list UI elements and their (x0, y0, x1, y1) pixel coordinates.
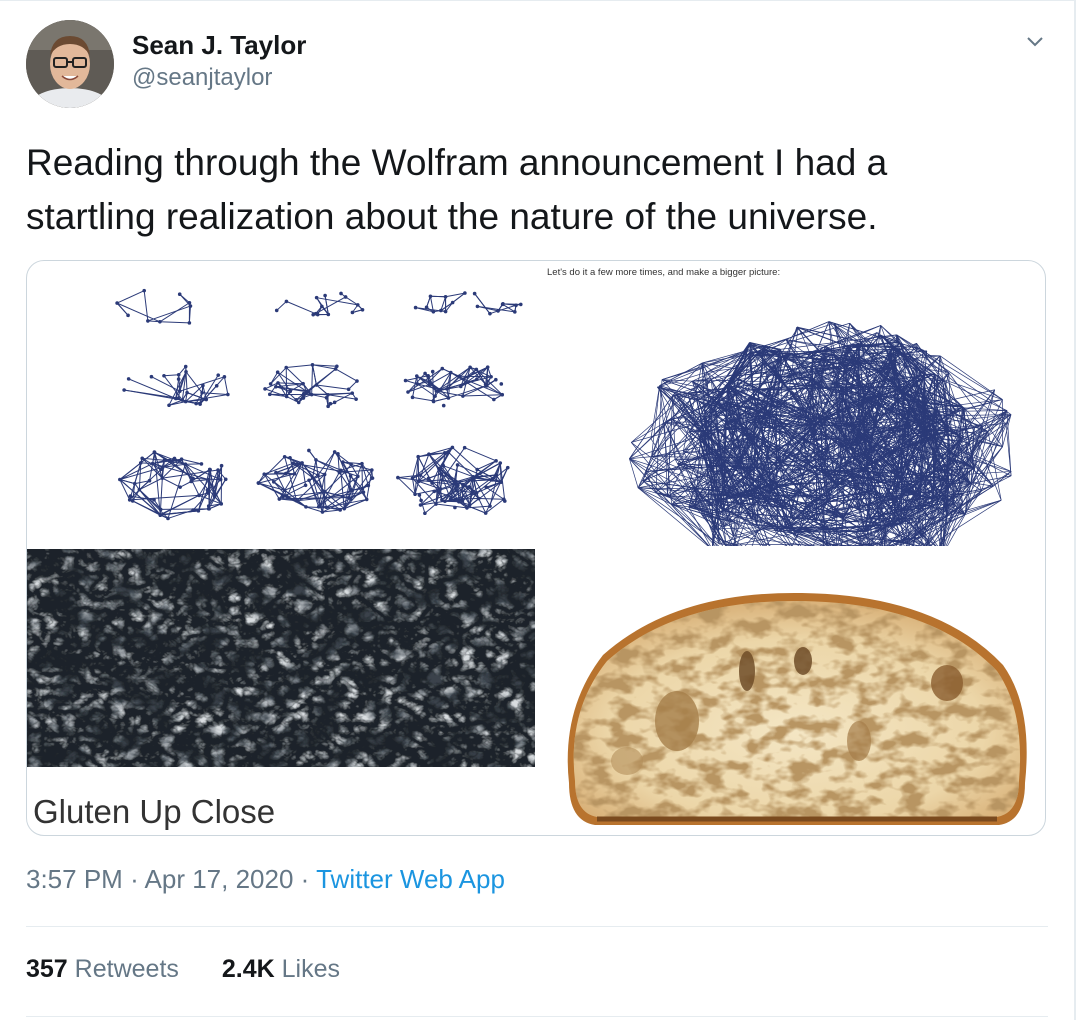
tweet-metadata: 3:57 PM · Apr 17, 2020 · Twitter Web App (26, 864, 505, 895)
tweet-stats: 357 Retweets 2.4K Likes (26, 955, 376, 984)
author-handle[interactable]: @seanjtaylor (132, 64, 272, 92)
separator: · (130, 864, 139, 894)
retweets-count: 357 (26, 955, 68, 983)
retweets-stat[interactable]: 357 Retweets (26, 955, 179, 983)
wolfram-small-graphs-image (115, 288, 523, 521)
retweets-label: Retweets (74, 955, 179, 983)
tweet-date[interactable]: Apr 17, 2020 (145, 864, 294, 894)
gluten-label: Gluten Up Close (33, 793, 276, 830)
bread-cross-section-image (567, 592, 1027, 825)
divider (26, 1016, 1048, 1017)
tweet-text: Reading through the Wolfram announcement… (26, 142, 888, 237)
wolfram-caption: Let's do it a few more times, and make a… (547, 267, 781, 278)
wolfram-large-graph-image (629, 321, 1012, 546)
source-app-link[interactable]: Twitter Web App (316, 864, 505, 894)
author-name[interactable]: Sean J. Taylor (132, 30, 306, 61)
likes-count: 2.4K (221, 955, 275, 983)
divider (26, 926, 1048, 927)
avatar-image (26, 20, 114, 108)
likes-label: Likes (281, 955, 340, 983)
gluten-micrograph-image (27, 549, 535, 767)
avatar[interactable] (26, 20, 114, 108)
separator: · (300, 864, 310, 894)
likes-stat[interactable]: 2.4K Likes (222, 955, 340, 983)
tweet-media[interactable]: Let's do it a few more times, and make a… (26, 260, 1046, 836)
tweet-time[interactable]: 3:57 PM (26, 864, 123, 894)
chevron-down-icon[interactable] (1018, 28, 1052, 56)
